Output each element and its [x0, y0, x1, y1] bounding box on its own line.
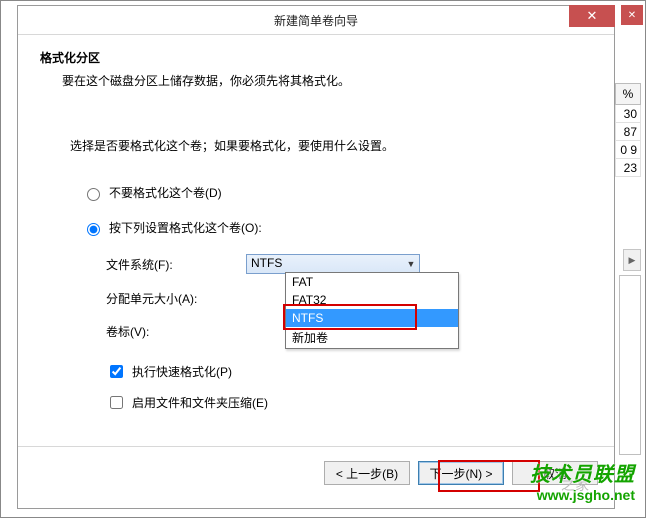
quick-format-check[interactable]: 执行快速格式化(P) [106, 362, 592, 381]
close-button[interactable]: ✕ [569, 5, 615, 27]
radio-do-format-label: 按下列设置格式化这个卷(O): [109, 219, 262, 236]
volume-label-label: 卷标(V): [106, 323, 246, 340]
dropdown-item-fat32[interactable]: FAT32 [286, 291, 458, 309]
compression-check[interactable]: 启用文件和文件夹压缩(E) [106, 393, 592, 412]
side-table: % 30 87 0 9 23 [615, 83, 641, 177]
dropdown-item-fat[interactable]: FAT [286, 273, 458, 291]
radio-no-format-label: 不要格式化这个卷(D) [109, 184, 222, 201]
button-row: < 上一步(B) 下一步(N) > 取消 [18, 461, 614, 485]
filesystem-value: NTFS [251, 256, 282, 270]
page-subtext: 要在这个磁盘分区上储存数据，你必须先将其格式化。 [62, 72, 592, 89]
right-list-edge [619, 275, 641, 455]
side-table-cell: 30 [615, 105, 641, 123]
side-table-cell: 0 9 [615, 141, 641, 159]
radio-do-format-input[interactable] [87, 223, 100, 236]
radio-no-format-input[interactable] [87, 188, 100, 201]
back-window-close[interactable]: ✕ [621, 5, 643, 25]
cancel-button[interactable]: 取消 [512, 461, 598, 485]
wizard-dialog: 新建简单卷向导 ✕ 格式化分区 要在这个磁盘分区上储存数据，你必须先将其格式化。… [17, 5, 615, 509]
side-table-cell: 87 [615, 123, 641, 141]
titlebar: 新建简单卷向导 ✕ [18, 6, 614, 35]
quick-format-label: 执行快速格式化(P) [132, 363, 232, 380]
back-button[interactable]: < 上一步(B) [324, 461, 410, 485]
next-button[interactable]: 下一步(N) > [418, 461, 504, 485]
right-scroll-arrow-icon[interactable]: ▶ [623, 249, 641, 271]
dropdown-item-ntfs[interactable]: NTFS [286, 309, 458, 327]
quick-format-input[interactable] [110, 365, 123, 378]
filesystem-select[interactable]: NTFS ▼ [246, 254, 420, 274]
content: 格式化分区 要在这个磁盘分区上储存数据，你必须先将其格式化。 选择是否要格式化这… [18, 35, 614, 412]
side-table-header: % [615, 83, 641, 105]
window-title: 新建简单卷向导 [18, 12, 614, 29]
close-icon: ✕ [587, 8, 598, 24]
page-heading: 格式化分区 [40, 49, 592, 66]
compression-label: 启用文件和文件夹压缩(E) [132, 394, 268, 411]
dropdown-item-newvol[interactable]: 新加卷 [286, 327, 458, 348]
filesystem-dropdown-list: FAT FAT32 NTFS 新加卷 [285, 272, 459, 349]
side-table-cell: 23 [615, 159, 641, 177]
chevron-down-icon: ▼ [403, 255, 419, 273]
compression-input[interactable] [110, 396, 123, 409]
radio-no-format[interactable]: 不要格式化这个卷(D) [82, 184, 592, 201]
separator [18, 446, 614, 447]
radio-do-format[interactable]: 按下列设置格式化这个卷(O): [82, 219, 592, 236]
filesystem-label: 文件系统(F): [106, 256, 246, 273]
instruction-text: 选择是否要格式化这个卷；如果要格式化，要使用什么设置。 [70, 137, 592, 154]
alloc-size-label: 分配单元大小(A): [106, 290, 246, 307]
